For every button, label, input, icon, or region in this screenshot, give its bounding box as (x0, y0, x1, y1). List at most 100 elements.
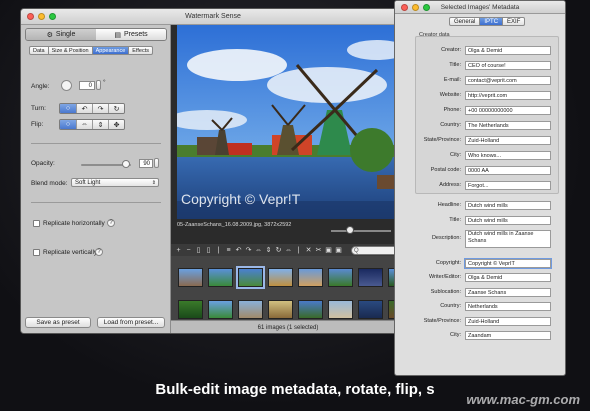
metadata-field-label: Website: (439, 92, 461, 98)
flip-vertical-icon[interactable]: ⇕ (265, 246, 272, 254)
tab-general[interactable]: General (449, 17, 481, 26)
metadata-field-input[interactable]: Copyright © VeprIT (464, 257, 552, 269)
turn-left-button[interactable]: ↶ (76, 104, 92, 113)
angle-stepper[interactable] (96, 80, 101, 90)
rotate-left-icon[interactable]: ↶ (235, 246, 242, 254)
close-icon[interactable]: ✕ (305, 246, 312, 254)
metadata-field-row: Website: http://veprit.com (395, 91, 565, 100)
metadata-field-input[interactable]: Dutch wind mills (465, 201, 551, 210)
metadata-field-input[interactable]: Forgot... (465, 181, 551, 190)
metadata-field-input[interactable]: Zuid-Holland (465, 316, 551, 326)
help-icon[interactable]: ? (107, 219, 115, 227)
thumbnail[interactable] (208, 300, 233, 319)
angle-dial[interactable] (61, 80, 72, 91)
thumbnail[interactable] (328, 300, 353, 319)
add-image-icon[interactable]: + (175, 247, 182, 254)
angle-input[interactable]: 0 (79, 81, 95, 90)
thumbnail[interactable] (236, 266, 265, 289)
opacity-input[interactable]: 90 (139, 159, 153, 168)
metadata-field-input[interactable]: Zaanse Schans (465, 287, 551, 297)
grid-icon[interactable]: ▣ (325, 246, 332, 254)
thumbnail[interactable] (298, 300, 323, 319)
metadata-field-row: Phone: +00 00000000000 (395, 106, 565, 115)
watermark-overlay[interactable]: Copyright © Vepr!T (181, 191, 300, 207)
flip-vertical-button[interactable]: ⇕ (92, 120, 108, 129)
thumbnail[interactable] (358, 300, 383, 319)
metadata-field-input[interactable]: Who knows... (465, 151, 551, 160)
tab-data[interactable]: Data (29, 46, 49, 55)
metadata-field-input[interactable]: Olga & Demid (465, 46, 551, 55)
image-icon[interactable]: ▯ (195, 246, 202, 254)
thumbnail[interactable] (268, 300, 293, 319)
metadata-field-row: E-mail: contact@veprit.com (395, 76, 565, 85)
rotate-right-icon[interactable]: ↷ (245, 246, 252, 254)
turn-right-button[interactable]: ↷ (92, 104, 108, 113)
turn-none-button[interactable]: ○ (60, 104, 76, 113)
tab-presets[interactable]: ▤ Presets (96, 29, 166, 40)
flip-horizontal-icon[interactable]: ⇔ (255, 247, 262, 254)
metadata-tabs: General IPTC EXIF (449, 17, 526, 26)
metadata-field-input[interactable]: Zaandam (465, 331, 551, 340)
thumbnail[interactable] (178, 300, 203, 319)
zoom-slider-track[interactable] (331, 230, 391, 232)
metadata-field-input[interactable]: 0000 AA (465, 166, 551, 175)
thumbnail[interactable] (358, 268, 383, 287)
metadata-field-input[interactable]: Dutch wind mills (465, 215, 551, 225)
metadata-field-input[interactable]: Zuid-Holland (465, 136, 551, 145)
load-from-preset-button[interactable]: Load from preset... (97, 317, 165, 328)
metadata-window-title: Selected Images' Metadata (440, 4, 520, 11)
metadata-title-bar: Selected Images' Metadata (395, 1, 565, 14)
thumbnail[interactable] (238, 300, 263, 319)
remove-image-icon[interactable]: − (185, 247, 192, 254)
metadata-field-input[interactable]: http://veprit.com (465, 91, 551, 100)
thumbnail[interactable] (268, 268, 293, 287)
tab-size-position[interactable]: Size & Position (48, 46, 93, 55)
metadata-field-label: Title: (449, 62, 461, 68)
metadata-field-input[interactable]: CEO of course! (465, 61, 551, 70)
thumbnail[interactable] (328, 268, 353, 287)
thumbnail[interactable] (298, 268, 323, 287)
turn-label: Turn: (31, 105, 46, 112)
search-input[interactable]: Q (351, 245, 399, 255)
tab-iptc[interactable]: IPTC (480, 17, 504, 26)
metadata-field-input[interactable]: Olga & Demid (465, 273, 551, 282)
metadata-field-label: Description: (431, 235, 461, 241)
crop-icon[interactable]: ✂ (315, 246, 322, 254)
preview-image[interactable]: Copyright © Vepr!T (177, 25, 405, 219)
opacity-slider-thumb[interactable] (122, 160, 130, 168)
metadata-field-input[interactable]: The Netherlands (465, 121, 551, 130)
grid-icon[interactable]: ▣ (335, 246, 342, 254)
tab-exif[interactable]: EXIF (503, 17, 526, 26)
resize-icon[interactable]: ⇔ (285, 247, 292, 254)
zoom-slider-thumb[interactable] (346, 226, 354, 234)
thumbnail[interactable] (208, 268, 233, 287)
blend-mode-value: Soft Light (75, 180, 101, 186)
help-icon[interactable]: ? (95, 248, 103, 256)
flip-horizontal-button[interactable]: ⇔ (76, 120, 92, 129)
opacity-stepper[interactable] (154, 158, 159, 168)
flip-none-button[interactable]: ○ (60, 120, 76, 129)
save-as-preset-button[interactable]: Save as preset (25, 317, 91, 328)
metadata-field-input[interactable]: Dutch wind mills in Zaanse Schans (465, 230, 551, 248)
replicate-horizontally-checkbox[interactable] (33, 220, 40, 227)
turn-180-button[interactable]: ↻ (108, 104, 124, 113)
rotate-icon[interactable]: ↻ (275, 246, 282, 254)
metadata-field-row: City: Who knows... (395, 151, 565, 160)
search-icon: Q (354, 247, 359, 254)
tab-appearance[interactable]: Appearance (92, 46, 130, 55)
flip-both-button[interactable]: ✥ (108, 120, 124, 129)
metadata-field-input[interactable]: +00 00000000000 (465, 106, 551, 115)
replicate-vertically-checkbox[interactable] (33, 249, 40, 256)
metadata-field-input[interactable]: Netherlands (465, 302, 551, 311)
image-icon[interactable]: ▯ (205, 246, 212, 254)
tab-single[interactable]: ⚙ Single (26, 29, 96, 40)
divider (31, 143, 161, 144)
list-icon[interactable]: ≡ (225, 247, 232, 254)
metadata-field-input[interactable]: contact@veprit.com (465, 76, 551, 85)
metadata-field-label: State/Province: (423, 137, 461, 143)
metadata-field-label: City: (450, 332, 461, 338)
metadata-field-row: Description: Dutch wind mills in Zaanse S… (395, 230, 565, 248)
thumbnail[interactable] (178, 268, 203, 287)
blend-mode-select[interactable]: Soft Light ⇕ (71, 178, 159, 187)
tab-effects[interactable]: Effects (129, 46, 154, 55)
